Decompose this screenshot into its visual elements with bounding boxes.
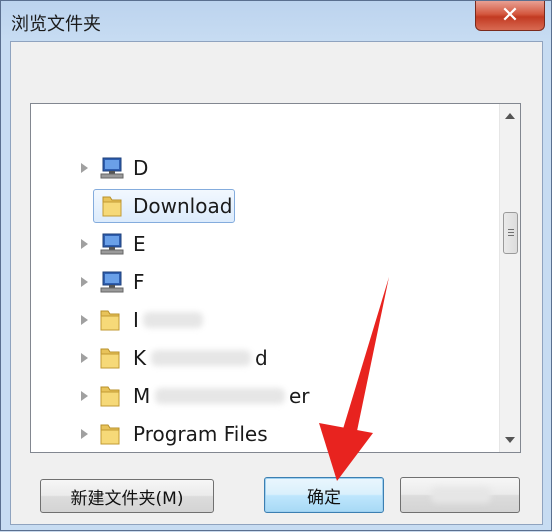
expand-arrow-icon[interactable] <box>81 315 88 325</box>
ok-button[interactable]: 确定 <box>264 477 384 513</box>
computer-drive-icon <box>100 271 124 293</box>
tree-item-d[interactable]: D <box>31 149 491 187</box>
computer-drive-icon <box>100 157 124 179</box>
chevron-down-icon <box>505 437 515 443</box>
redaction-blur <box>155 388 285 404</box>
tree-item-blurred-1[interactable]: I <box>31 301 491 339</box>
tree-item-f[interactable]: F <box>31 263 491 301</box>
expand-arrow-icon[interactable] <box>81 277 88 287</box>
grip-line <box>508 232 514 233</box>
vertical-scrollbar[interactable] <box>499 104 520 452</box>
dialog-title: 浏览文件夹 <box>11 14 101 35</box>
folder-icon <box>102 196 122 217</box>
expand-arrow-icon[interactable] <box>81 239 88 249</box>
redaction-blur <box>143 312 203 328</box>
folder-icon <box>100 348 120 369</box>
computer-drive-icon <box>100 233 124 255</box>
browse-folder-dialog: 浏览文件夹 ✕ D Download E F I K d M er Progra… <box>0 0 552 531</box>
folder-icon <box>100 424 120 445</box>
cancel-button[interactable] <box>400 477 520 513</box>
tree-item-download[interactable]: Download <box>31 187 491 225</box>
new-folder-button[interactable]: 新建文件夹(M) <box>40 479 214 513</box>
tree-item-label: Download <box>133 194 233 218</box>
redaction-blur <box>151 350 251 366</box>
tree-item-label: D <box>133 156 149 180</box>
tree-item-label-tail: d <box>255 346 268 370</box>
grip-line <box>508 235 514 236</box>
tree-item-label: K <box>133 346 147 370</box>
grip-line <box>508 229 514 230</box>
tree-item-label: M <box>133 384 151 408</box>
scrollbar-thumb[interactable] <box>503 212 518 254</box>
title-bar[interactable]: 浏览文件夹 ✕ <box>1 1 552 41</box>
close-button[interactable]: ✕ <box>475 1 545 31</box>
expand-arrow-icon[interactable] <box>81 391 88 401</box>
expand-arrow-icon[interactable] <box>81 353 88 363</box>
scroll-down-button[interactable] <box>500 430 520 450</box>
chevron-up-icon <box>505 113 515 119</box>
folder-icon <box>100 310 120 331</box>
tree-item-label-tail: er <box>289 384 310 408</box>
expand-arrow-icon[interactable] <box>81 163 88 173</box>
close-icon: ✕ <box>500 3 520 28</box>
redaction-blur <box>431 487 491 503</box>
tree-item-e[interactable]: E <box>31 225 491 263</box>
tree-item-label: E <box>133 232 146 256</box>
tree-item-blurred-2[interactable]: K d <box>31 339 491 377</box>
expand-arrow-icon[interactable] <box>81 429 88 439</box>
tree-item-program-files[interactable]: Program Files <box>31 415 491 452</box>
tree-item-label: Program Files <box>133 422 268 446</box>
scroll-up-button[interactable] <box>500 106 520 126</box>
tree-item-label: I <box>133 308 139 332</box>
tree-item-label: F <box>133 270 145 294</box>
folder-tree[interactable]: D Download E F I K d M er Program Files <box>30 103 521 453</box>
tree-item-blurred-3[interactable]: M er <box>31 377 491 415</box>
folder-icon <box>100 386 120 407</box>
